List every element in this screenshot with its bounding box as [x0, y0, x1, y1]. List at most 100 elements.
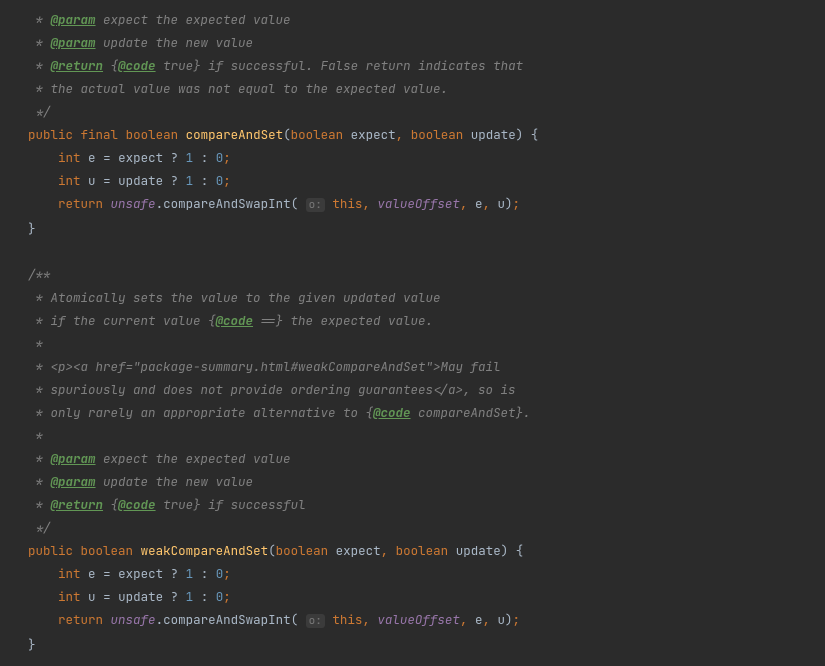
- var-u: u: [88, 172, 96, 189]
- arg-u: u: [497, 195, 505, 212]
- semicolon: ;: [223, 149, 231, 166]
- kw-this: this: [332, 611, 362, 628]
- semicolon: ;: [223, 565, 231, 582]
- doc-star: *: [28, 473, 51, 490]
- doc-line: ==} the expected value.: [253, 312, 433, 329]
- doc-tag-param: @param: [51, 34, 96, 51]
- doc-tag-return: @return: [51, 57, 104, 74]
- paren-open: (: [283, 126, 291, 143]
- doc-close: */: [28, 103, 51, 120]
- paren-open: (: [268, 542, 276, 559]
- var-e: e: [88, 149, 96, 166]
- doc-star: *: [28, 57, 51, 74]
- doc-line: * the actual value was not equal to the …: [28, 80, 448, 97]
- kw-return: return: [58, 611, 103, 628]
- doc-line: * if the current value {: [28, 312, 216, 329]
- brace-open: {: [531, 126, 539, 143]
- paren-close: ): [505, 195, 513, 212]
- paren-close: ): [501, 542, 509, 559]
- paren-open: (: [291, 611, 299, 628]
- doc-open: /**: [28, 266, 51, 283]
- var-e: e: [88, 565, 96, 582]
- kw-return: return: [58, 195, 103, 212]
- num-one: 1: [186, 565, 194, 582]
- method-call: compareAndSwapInt: [163, 611, 291, 628]
- param-name: update: [456, 542, 501, 559]
- doc-tag-code: @code: [118, 57, 156, 74]
- doc-star: *: [28, 496, 51, 513]
- comma: ,: [362, 195, 370, 212]
- comma: ,: [381, 542, 389, 559]
- param-name: update: [471, 126, 516, 143]
- doc-line: * Atomically sets the value to the given…: [28, 289, 441, 306]
- op-tern: ?: [171, 565, 179, 582]
- param-name: expect: [336, 542, 381, 559]
- op-colon: :: [201, 149, 209, 166]
- op-tern: ?: [171, 588, 179, 605]
- num-one: 1: [186, 172, 194, 189]
- type-boolean: boolean: [81, 542, 134, 559]
- doc-tag-code: @code: [373, 404, 411, 421]
- kw-int: int: [58, 588, 81, 605]
- kw-public: public: [28, 542, 73, 559]
- expr: expect: [118, 565, 163, 582]
- num-one: 1: [186, 588, 194, 605]
- doc-line: * only rarely an appropriate alternative…: [28, 404, 373, 421]
- param-type: boolean: [276, 542, 329, 559]
- doc-text: {: [103, 496, 118, 513]
- doc-text: expect the expected value: [96, 450, 291, 467]
- doc-text: update the new value: [96, 473, 254, 490]
- num-one: 1: [186, 149, 194, 166]
- doc-line: , so is: [463, 381, 516, 398]
- param-type: boolean: [291, 126, 344, 143]
- doc-tag-param: @param: [51, 450, 96, 467]
- expr: update: [118, 172, 163, 189]
- doc-text: expect the expected value: [96, 11, 291, 28]
- var-u: u: [88, 588, 96, 605]
- expr: expect: [118, 149, 163, 166]
- code-editor[interactable]: * @param expect the expected value * @pa…: [0, 0, 825, 656]
- doc-line: * <p><a href="package-summary.html#weakC…: [28, 358, 441, 375]
- doc-line: * spuriously and does not provide orderi…: [28, 381, 463, 398]
- doc-tag-code: @code: [216, 312, 254, 329]
- field-unsafe: unsafe: [111, 611, 156, 628]
- method-name: weakCompareAndSet: [141, 542, 269, 559]
- doc-text: {: [103, 57, 118, 74]
- kw-int: int: [58, 149, 81, 166]
- semicolon: ;: [513, 195, 521, 212]
- doc-text: update the new value: [96, 34, 254, 51]
- op-assign: =: [103, 565, 111, 582]
- doc-tag-param: @param: [51, 11, 96, 28]
- field-valueoffset: valueOffset: [377, 195, 460, 212]
- kw-int: int: [58, 565, 81, 582]
- doc-blank: *: [28, 427, 43, 444]
- doc-blank: *: [28, 335, 43, 352]
- doc-close: */: [28, 519, 51, 536]
- op-tern: ?: [171, 172, 179, 189]
- doc-star: *: [28, 34, 51, 51]
- field-unsafe: unsafe: [111, 195, 156, 212]
- param-hint: o:: [306, 614, 325, 628]
- semicolon: ;: [223, 172, 231, 189]
- doc-tag-return: @return: [51, 496, 104, 513]
- type-boolean: boolean: [126, 126, 179, 143]
- kw-public: public: [28, 126, 73, 143]
- op-tern: ?: [171, 149, 179, 166]
- dot: .: [156, 611, 164, 628]
- dot: .: [156, 195, 164, 212]
- comma: ,: [362, 611, 370, 628]
- kw-int: int: [58, 172, 81, 189]
- op-assign: =: [103, 172, 111, 189]
- kw-final: final: [81, 126, 119, 143]
- param-type: boolean: [411, 126, 464, 143]
- doc-tag-param: @param: [51, 473, 96, 490]
- comma: ,: [482, 611, 490, 628]
- doc-line: May fail: [441, 358, 501, 375]
- semicolon: ;: [223, 588, 231, 605]
- op-colon: :: [201, 588, 209, 605]
- comma: ,: [396, 126, 404, 143]
- expr: update: [118, 588, 163, 605]
- doc-star: *: [28, 450, 51, 467]
- param-name: expect: [351, 126, 396, 143]
- field-valueoffset: valueOffset: [377, 611, 460, 628]
